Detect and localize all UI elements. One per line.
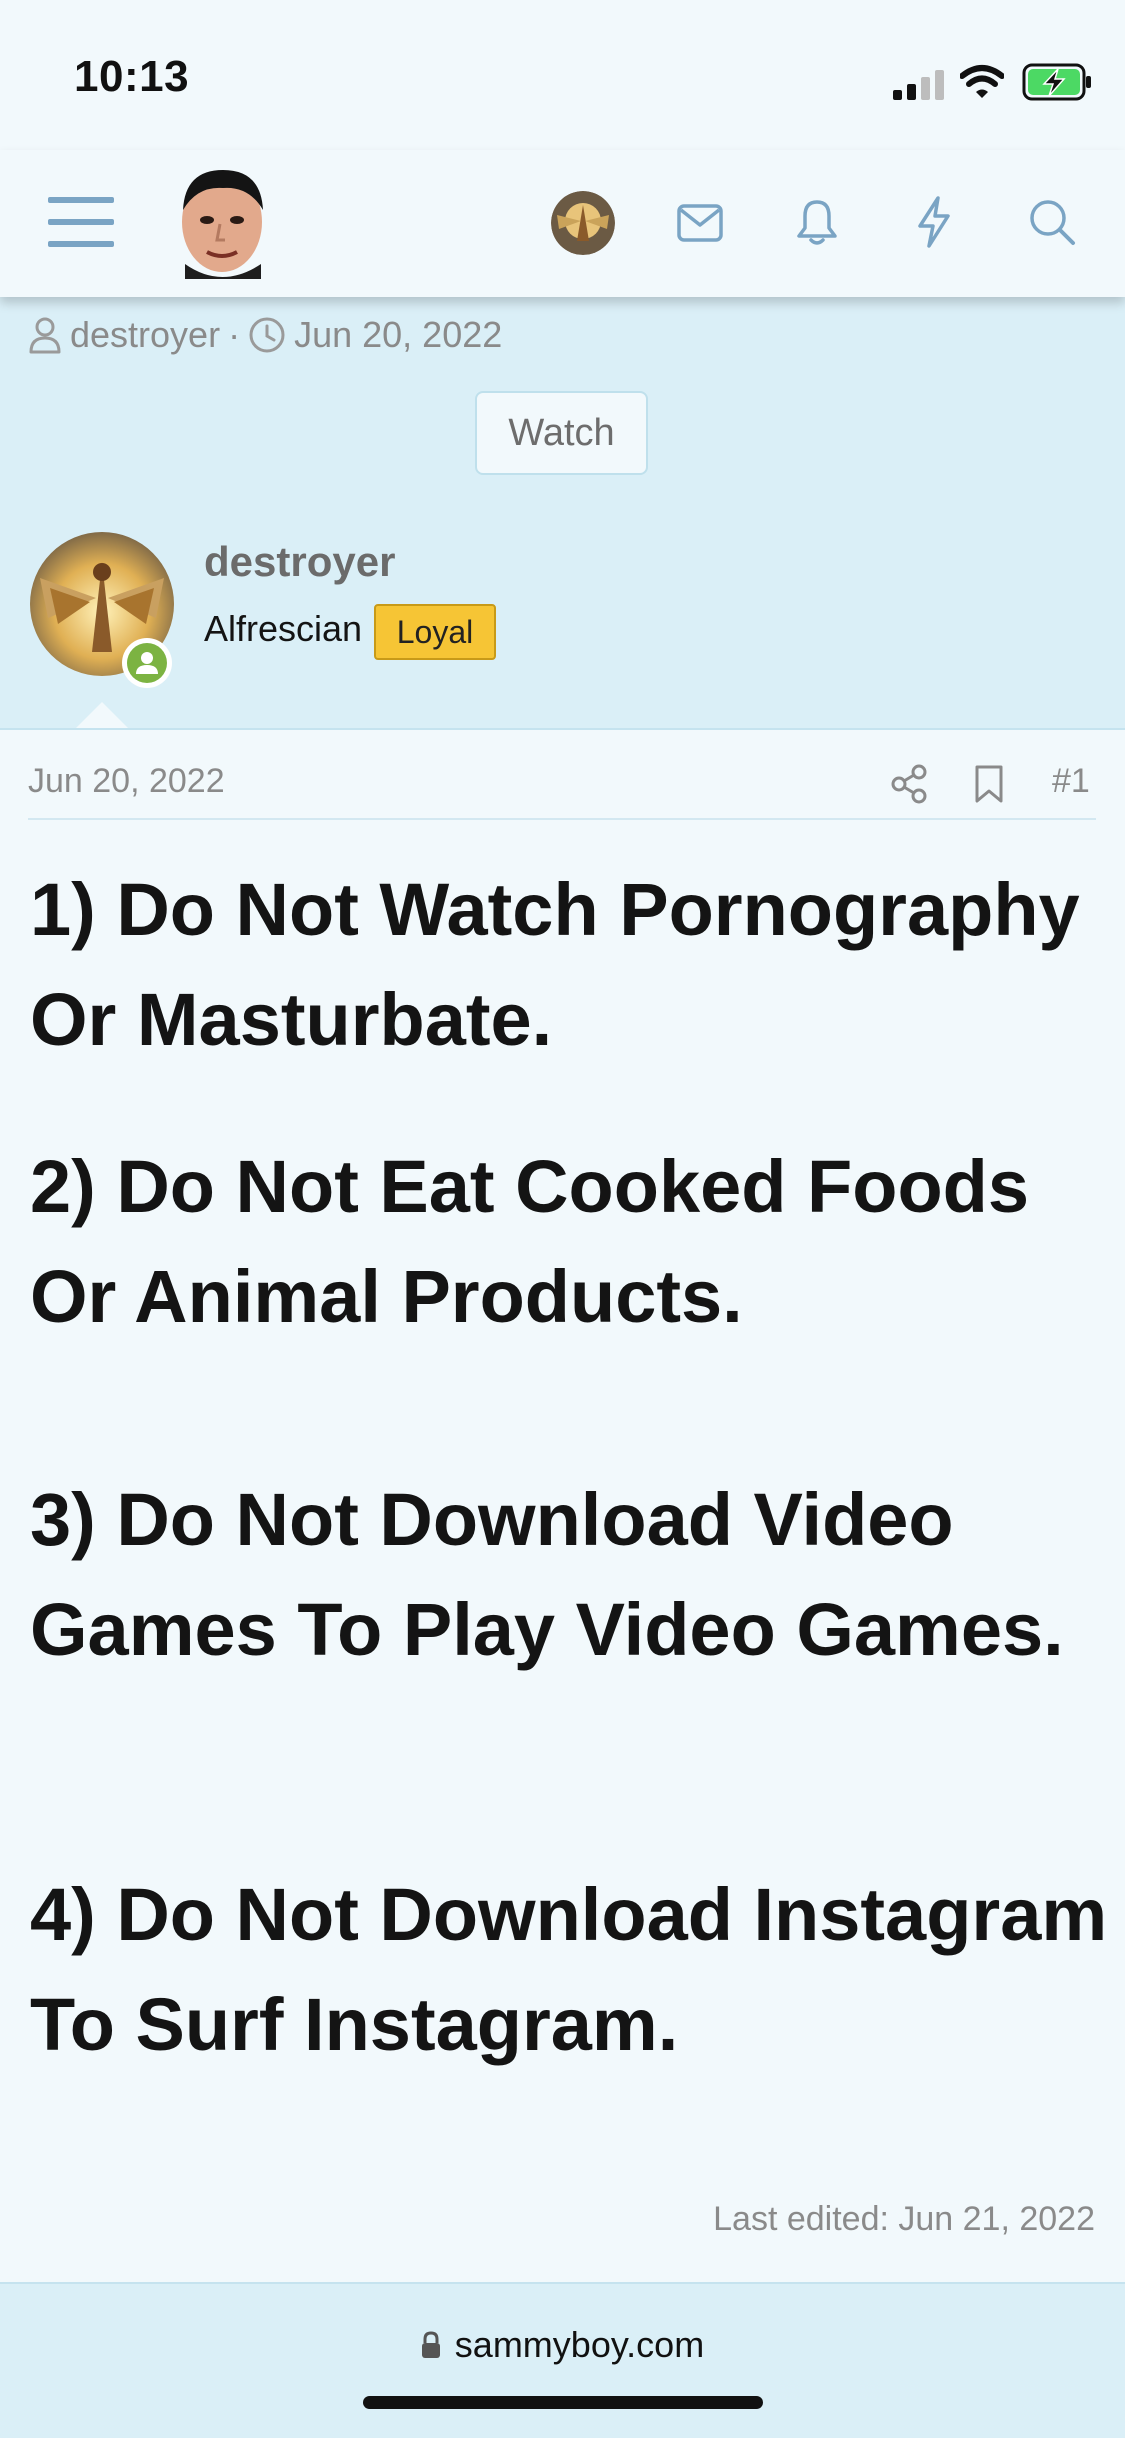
user-title: Alfrescian <box>204 608 363 649</box>
post-rule-1: 1) Do Not Watch Pornography Or Masturbat… <box>30 868 1080 1061</box>
last-edited: Last edited: Jun 21, 2022 <box>713 2200 1095 2238</box>
post-user-info: destroyer Alfrescian Loyal <box>0 500 1125 730</box>
thread-meta: destroyer · Jun 20, 2022 Watch <box>0 297 1125 502</box>
site-logo[interactable] <box>175 164 270 279</box>
online-user-icon <box>127 643 167 683</box>
thread-date[interactable]: Jun 20, 2022 <box>294 314 502 356</box>
post-rule-4: 4) Do Not Download Instagram To Surf Ins… <box>30 1873 1108 2066</box>
thread-meta-line: destroyer · Jun 20, 2022 <box>28 314 502 356</box>
user-badge-loyal: Loyal <box>374 604 496 660</box>
bolt-icon[interactable] <box>916 196 952 248</box>
thread-author[interactable]: destroyer <box>70 314 220 356</box>
url-bar[interactable]: sammyboy.com <box>0 2324 1125 2366</box>
status-bar: 10:13 <box>0 0 1125 150</box>
clock-icon <box>249 317 285 353</box>
post-date[interactable]: Jun 20, 2022 <box>28 762 225 801</box>
divider <box>28 818 1096 820</box>
search-icon[interactable] <box>1028 198 1076 246</box>
user-icon <box>29 317 61 354</box>
app-header <box>0 150 1125 297</box>
post-username[interactable]: destroyer <box>204 538 395 586</box>
home-indicator[interactable] <box>363 2396 763 2409</box>
share-icon[interactable] <box>890 764 928 804</box>
hamburger-menu-icon[interactable] <box>48 194 114 250</box>
user-avatar[interactable] <box>551 191 615 255</box>
meta-separator: · <box>228 314 241 355</box>
watch-button[interactable]: Watch <box>475 391 648 475</box>
post-rule-3: 3) Do Not Download Video Games To Play V… <box>30 1478 1064 1671</box>
bookmark-icon[interactable] <box>974 764 1004 804</box>
lock-icon <box>421 2331 440 2358</box>
post-rule-2: 2) Do Not Eat Cooked Foods Or Animal Pro… <box>30 1145 1029 1338</box>
browser-bottom-bar: sammyboy.com <box>0 2282 1125 2438</box>
battery-charging-icon <box>1022 63 1091 101</box>
cellular-signal-icon <box>893 70 944 100</box>
online-status-badge <box>122 638 172 688</box>
bell-icon[interactable] <box>796 198 838 246</box>
envelope-icon[interactable] <box>677 204 723 242</box>
wifi-icon <box>960 65 1004 98</box>
status-time: 10:13 <box>74 52 190 101</box>
url-text[interactable]: sammyboy.com <box>455 2324 704 2366</box>
post-number[interactable]: #1 <box>1052 762 1090 801</box>
message-pointer <box>76 702 128 728</box>
